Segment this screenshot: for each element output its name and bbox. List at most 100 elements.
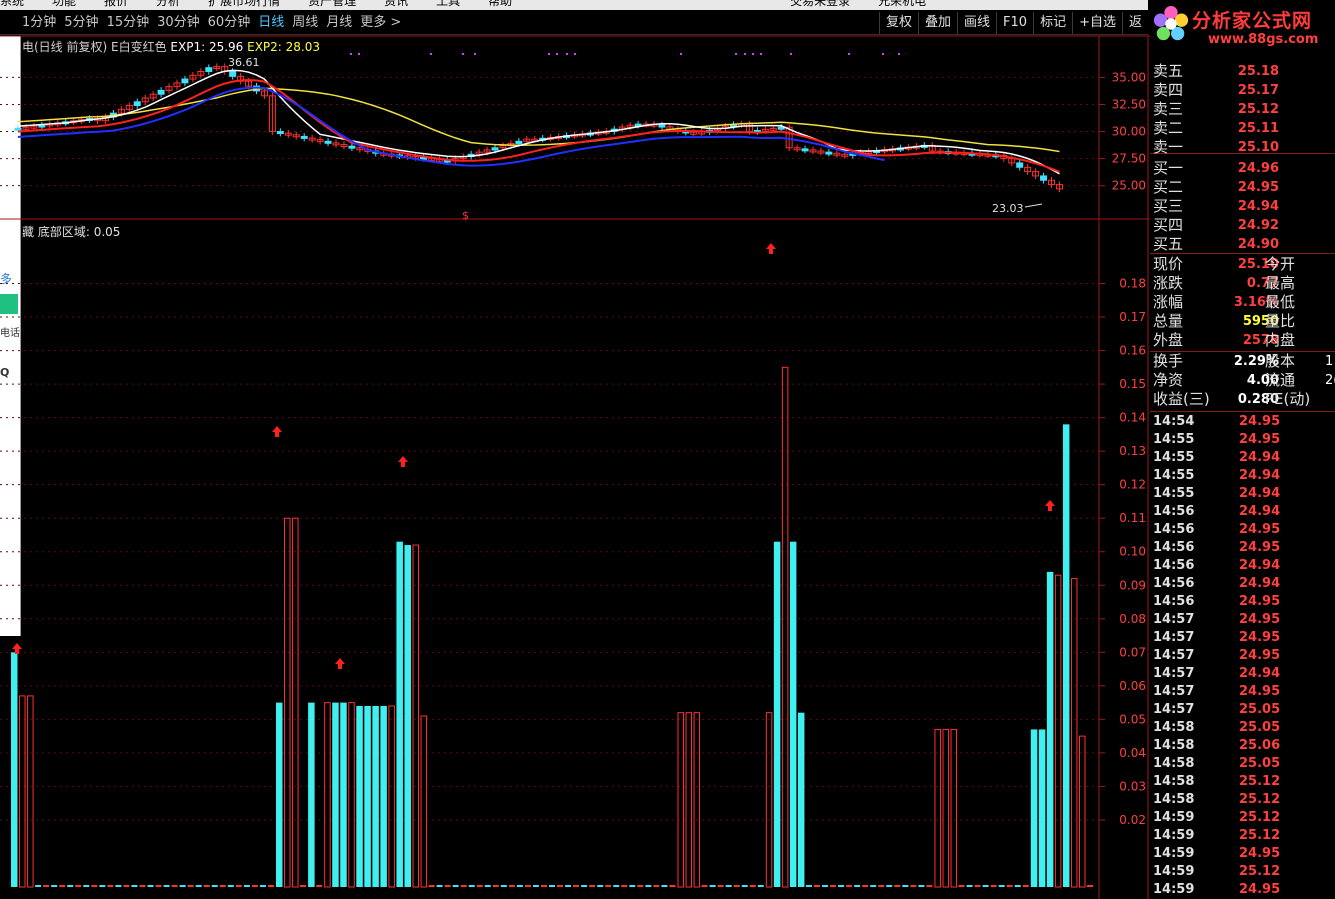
quote-label: 卖三 [1153, 100, 1184, 118]
indicator-bar-zero [741, 885, 748, 887]
indicator-bar-zero [926, 885, 933, 887]
quote-label: 卖四 [1153, 81, 1184, 99]
indicator-bar-zero [621, 885, 628, 887]
indicator-bar-zero [316, 885, 323, 887]
stock-chart[interactable]: 35.0032.5030.0027.5025.00 0.180.170.160.… [0, 0, 1150, 899]
tick-price: 24.94 [1239, 504, 1281, 519]
signal-dot [462, 53, 464, 55]
tick-row: 14:58 25.06 [1153, 737, 1335, 755]
indicator-bar-zero [838, 885, 845, 887]
indicator-bar-zero [749, 885, 756, 887]
indicator-bar-zero [147, 885, 154, 887]
tick-price: 25.05 [1239, 720, 1281, 735]
tick-row: 14:58 25.05 [1153, 719, 1335, 737]
tick-price: 24.95 [1239, 846, 1281, 861]
quote-label: 卖五 [1153, 62, 1184, 80]
indicator-bar-zero [532, 885, 539, 887]
high-price-label: 36.61 [228, 56, 260, 69]
indicator-bar [356, 705, 363, 887]
chart-annotations: 36.61 23.03 $ [228, 53, 1043, 222]
tick-row: 14:57 24.95 [1153, 629, 1335, 647]
tick-price: 24.94 [1239, 468, 1281, 483]
tick-time: 14:54 [1153, 414, 1195, 429]
tick-row: 14:56 24.95 [1153, 593, 1335, 611]
indicator-bar-zero [886, 885, 893, 887]
tick-time: 14:56 [1153, 558, 1195, 573]
quote-value: 25.11 [1237, 121, 1279, 136]
indicator-bar [324, 702, 331, 888]
tick-row: 14:59 25.12 [1153, 827, 1335, 845]
indicator-bar-zero [830, 885, 837, 887]
indicator-bar-zero [219, 885, 226, 887]
signal-dot [430, 53, 432, 55]
indicator-bar-zero [902, 885, 909, 887]
quote-row: 卖五 25.18 [1153, 62, 1335, 81]
indicator-grid: 0.18 0.17 0.16 0.15 0.14 0.13 0.12 0.11 0.10 0.09… [0, 277, 1146, 827]
indicator-bar-zero [211, 885, 218, 887]
up-arrow-icon [1045, 500, 1055, 511]
quote-row: 买三 24.94 [1153, 197, 1335, 216]
indicator-tick-label: 0.11 [1119, 511, 1146, 525]
indicator-bar-zero [966, 885, 973, 887]
quote-label-2: 内盘 [1265, 331, 1296, 349]
quote-row: 买五 24.90 [1153, 235, 1335, 254]
indicator-bar-zero [267, 885, 274, 887]
tick-price: 24.95 [1239, 612, 1281, 627]
indicator-bar-zero [958, 885, 965, 887]
quote-row: 总量 5950 量比 [1153, 312, 1335, 331]
indicator-bar [1070, 578, 1078, 888]
quote-label: 净资 [1153, 371, 1184, 389]
indicator-bar [348, 702, 355, 888]
tick-time: 14:58 [1153, 756, 1195, 771]
candle-body [1016, 162, 1024, 168]
tick-row: 14:56 24.95 [1153, 539, 1335, 557]
quote-row: 买四 24.92 [1153, 216, 1335, 235]
tick-price: 24.95 [1239, 648, 1281, 663]
signal-dot [848, 53, 850, 55]
quote-label-2: 今开 [1265, 255, 1296, 273]
indicator-bar-zero [163, 885, 170, 887]
candle-body [229, 70, 237, 77]
indicator-bar-zero [476, 885, 483, 887]
indicator-bar-zero [508, 885, 515, 887]
signal-dot [752, 53, 754, 55]
indicator-tick-label: 0.03 [1119, 779, 1146, 793]
indicator-bar-zero [605, 885, 612, 887]
indicator-bar-zero [814, 885, 820, 887]
tick-row: 14:56 24.94 [1153, 557, 1335, 575]
tick-price: 24.95 [1239, 594, 1281, 609]
indicator-bar-zero [822, 885, 829, 887]
signal-s-marker: $ [462, 209, 469, 222]
tick-row: 14:56 24.95 [1153, 521, 1335, 539]
quote-row: 涨跌 0.77 最高 [1153, 274, 1335, 293]
indicator-bar [340, 702, 347, 887]
indicator-bar-zero [83, 885, 90, 887]
tick-time: 14:58 [1153, 774, 1195, 789]
tick-time: 14:58 [1153, 738, 1195, 753]
tick-time: 14:57 [1153, 666, 1195, 681]
quote-panel: 卖五 25.18 卖四 25.17 卖三 25.12 卖二 25.11 卖一 25.10 买一 24.… [1150, 60, 1335, 899]
indicator-bar-zero [300, 885, 307, 887]
signal-dot [358, 53, 360, 55]
indicator-tick-label: 0.07 [1119, 645, 1146, 659]
tick-price: 24.95 [1239, 540, 1281, 555]
quote-row: 卖一 25.10 [1153, 138, 1335, 157]
indicator-bar-zero [910, 885, 917, 887]
tick-time: 14:59 [1153, 882, 1195, 897]
tick-row: 14:58 25.12 [1153, 773, 1335, 791]
indicator-bar-zero [187, 885, 194, 887]
indicator-bar-zero [862, 885, 869, 887]
indicator-bar [781, 366, 789, 888]
indicator-bar-zero [139, 885, 146, 887]
quote-label: 总量 [1153, 312, 1184, 330]
indicator-bar [1062, 424, 1070, 887]
indicator-bar-zero [573, 885, 580, 887]
candle-body [801, 148, 809, 152]
indicator-bar-zero [653, 885, 660, 887]
signal-dot [350, 53, 352, 55]
tick-row: 14:57 24.95 [1153, 611, 1335, 629]
indicator-bar [765, 712, 773, 888]
indicator-bar-zero [203, 885, 210, 887]
quote-row: 换手 2.29% 股本 1 [1153, 352, 1335, 371]
indicator-bar-zero [878, 885, 885, 887]
